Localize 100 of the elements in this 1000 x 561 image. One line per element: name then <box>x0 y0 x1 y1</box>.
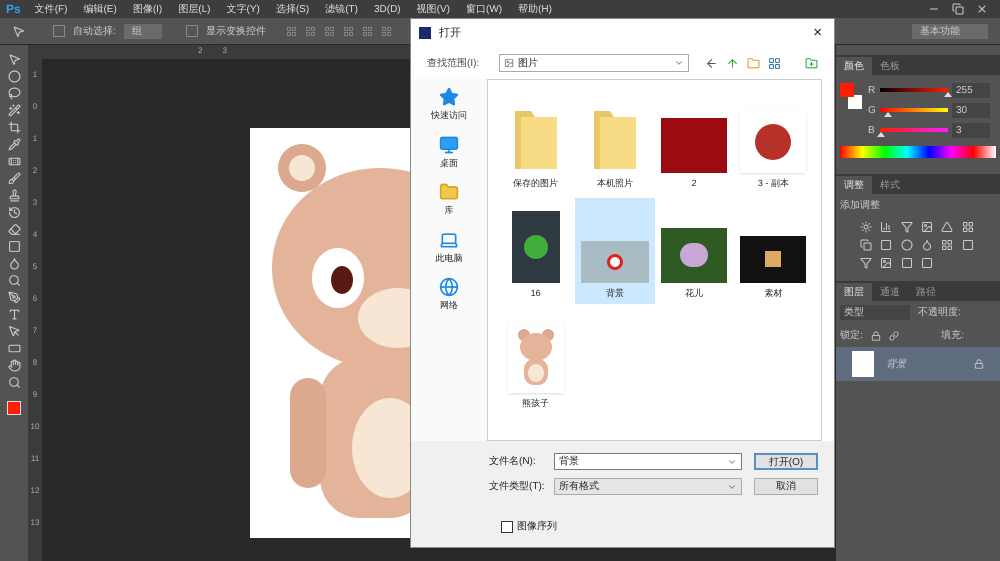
tool-icon[interactable] <box>8 223 20 236</box>
foreground-swatch[interactable] <box>840 83 854 97</box>
menu-item[interactable]: 选择(S) <box>268 2 318 16</box>
image-thumbnail <box>661 118 728 172</box>
globe-icon <box>439 277 459 297</box>
background-swatch[interactable] <box>848 95 862 109</box>
tool-icon[interactable] <box>8 308 20 321</box>
close-icon[interactable] <box>976 3 988 15</box>
adjustment-icon[interactable] <box>900 257 913 269</box>
tool-icon[interactable] <box>8 240 20 253</box>
menu-item[interactable]: 文字(Y) <box>218 2 268 16</box>
place-item[interactable]: 快速访问 <box>431 87 467 122</box>
tool-icon[interactable] <box>8 189 20 202</box>
adjustment-icon[interactable] <box>880 221 892 233</box>
up-icon[interactable] <box>726 56 739 70</box>
opacity-label: 不透明度: <box>918 306 961 320</box>
adjustment-icon[interactable] <box>962 239 974 251</box>
menu-item[interactable]: 3D(D) <box>366 2 409 16</box>
tool-icon[interactable] <box>8 376 20 389</box>
adjustment-icon[interactable] <box>860 239 872 251</box>
adjustment-icon[interactable] <box>860 257 872 269</box>
filetype-dropdown[interactable]: 所有格式 <box>554 478 742 495</box>
menu-item[interactable]: 滤镜(T) <box>317 2 366 16</box>
tool-icon[interactable] <box>8 172 20 185</box>
menu-item[interactable]: 窗口(W) <box>458 2 510 16</box>
menu-item[interactable]: 视图(V) <box>408 2 458 16</box>
tool-icon[interactable] <box>8 291 20 304</box>
file-item[interactable]: 本机照片 <box>575 88 654 194</box>
slider-thumb[interactable] <box>876 132 885 136</box>
file-item[interactable]: 2 <box>654 88 734 194</box>
place-item[interactable]: 库 <box>439 182 459 218</box>
view-icon[interactable] <box>768 56 781 70</box>
image-thumbnail <box>512 210 560 282</box>
open-button[interactable]: 打开(O) <box>754 453 818 470</box>
place-item[interactable]: 桌面 <box>439 134 459 170</box>
menu-item[interactable]: 编辑(E) <box>75 2 125 16</box>
menu-item[interactable]: 图层(L) <box>170 2 218 16</box>
tool-icon[interactable] <box>8 325 20 338</box>
adjustment-icon[interactable] <box>900 221 913 233</box>
menu-item[interactable]: 文件(F) <box>26 2 76 16</box>
close-button[interactable]: × <box>809 22 826 44</box>
file-item[interactable]: 熊孩子 <box>496 308 576 414</box>
color-spectrum[interactable] <box>840 146 996 158</box>
place-item[interactable]: 此电脑 <box>436 230 462 265</box>
move-tool-icon[interactable] <box>12 24 25 38</box>
tool-icon[interactable] <box>8 206 20 219</box>
checkbox[interactable] <box>186 25 198 37</box>
panel-tab[interactable]: 路径 <box>908 283 944 301</box>
restore-icon[interactable] <box>952 3 964 15</box>
checkbox[interactable] <box>53 25 65 37</box>
tool-icon[interactable] <box>8 104 20 117</box>
new-folder-icon[interactable] <box>805 56 818 70</box>
tool-icon[interactable] <box>8 359 20 372</box>
adjustment-icon[interactable] <box>860 221 872 233</box>
panel-tab[interactable]: 调整 <box>836 176 872 194</box>
tool-icon[interactable] <box>8 274 20 287</box>
adjustment-icon[interactable] <box>962 221 974 233</box>
adjustment-icon[interactable] <box>920 257 933 269</box>
adjustment-icon[interactable] <box>880 257 892 269</box>
adjustment-icon[interactable] <box>941 221 954 233</box>
panel-tab[interactable]: 样式 <box>872 176 908 194</box>
lock-icon[interactable] <box>870 330 881 340</box>
panel-tab[interactable]: 图层 <box>836 283 872 301</box>
image-thumbnail <box>580 240 649 282</box>
back-icon[interactable] <box>705 56 718 70</box>
adjustment-icon[interactable] <box>920 221 933 233</box>
file-item[interactable]: 背景 <box>575 198 654 304</box>
tool-icon[interactable] <box>8 155 20 168</box>
file-item[interactable]: 16 <box>496 198 576 304</box>
panel-tab[interactable]: 通道 <box>872 283 908 301</box>
filename-field[interactable]: 背景 <box>554 453 742 470</box>
file-item[interactable]: 花儿 <box>654 198 734 304</box>
menu-item[interactable]: 帮助(H) <box>510 2 560 16</box>
tool-icon[interactable] <box>8 138 20 151</box>
file-item[interactable]: 保存的图片 <box>496 88 576 194</box>
place-item[interactable]: 网络 <box>439 277 459 312</box>
tool-icon[interactable] <box>8 121 20 134</box>
panel-tab[interactable]: 色板 <box>872 57 908 75</box>
adjustment-icon[interactable] <box>920 239 933 251</box>
tool-icon[interactable] <box>8 70 20 83</box>
slider-thumb[interactable] <box>884 112 892 116</box>
checkbox[interactable] <box>501 520 513 532</box>
cancel-button[interactable]: 取消 <box>754 478 818 495</box>
layer-filter-dropdown[interactable]: 类型 <box>840 305 910 320</box>
file-item[interactable]: 3 - 副本 <box>734 88 813 194</box>
adjustment-icon[interactable] <box>941 239 954 251</box>
star-icon <box>439 87 459 107</box>
foreground-swatch[interactable] <box>7 401 21 415</box>
link-icon[interactable] <box>888 330 899 340</box>
tool-icon[interactable] <box>8 342 20 355</box>
tool-icon[interactable] <box>8 53 20 66</box>
filetype-label: 文件类型(T): <box>489 480 546 494</box>
menu-item[interactable]: 图像(I) <box>124 2 170 16</box>
tool-icon[interactable] <box>8 257 20 270</box>
look-in-dropdown[interactable]: 图片 <box>499 54 689 72</box>
panel-tab[interactable]: 颜色 <box>836 57 872 75</box>
adjustment-icon[interactable] <box>880 239 892 251</box>
file-item[interactable]: 素材 <box>734 198 813 304</box>
adjustment-icon[interactable] <box>900 239 913 251</box>
tool-icon[interactable] <box>8 87 20 100</box>
